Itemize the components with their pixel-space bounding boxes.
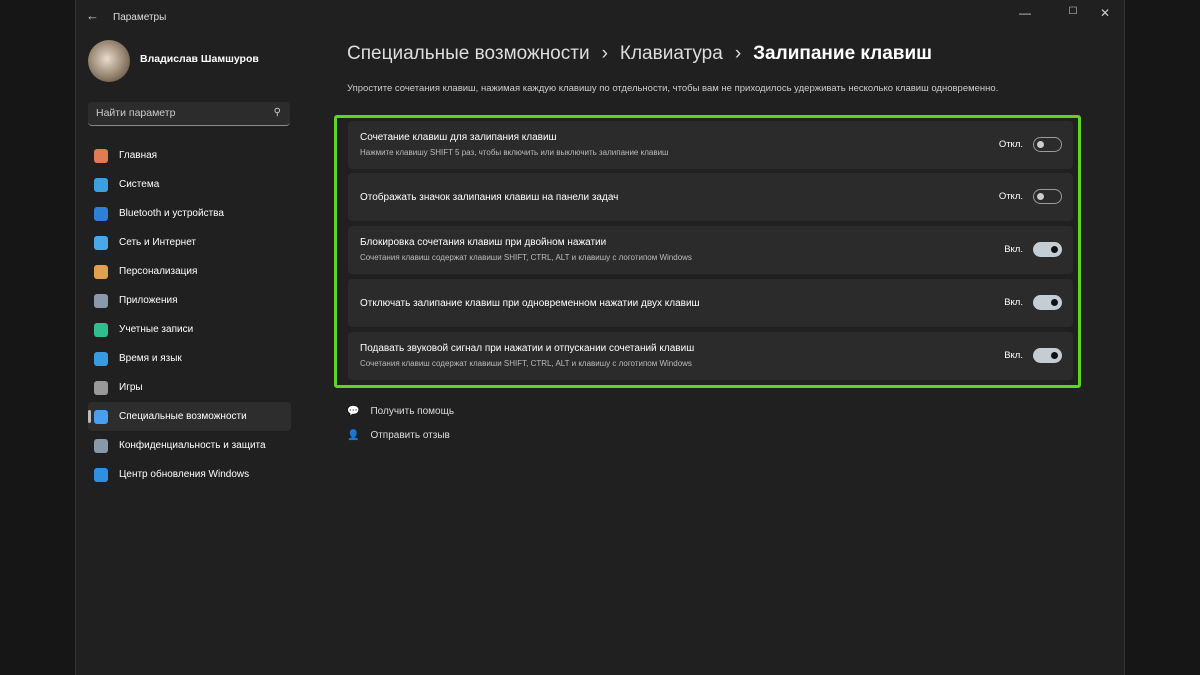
sidebar-item-label: Время и язык <box>119 353 182 364</box>
toggle-knob <box>1051 246 1058 253</box>
sidebar-item[interactable]: Приложения <box>88 286 291 315</box>
sidebar-item-label: Игры <box>119 382 143 393</box>
sidebar-item-label: Главная <box>119 150 158 161</box>
sidebar-item-label: Учетные записи <box>119 324 194 335</box>
nav-icon <box>94 148 108 163</box>
setting-subtitle: Сочетания клавиш содержат клавиши SHIFT,… <box>360 359 692 368</box>
nav-icon <box>94 438 108 453</box>
page-description: Упростите сочетания клавиш, нажимая кажд… <box>347 83 999 94</box>
toggle-switch[interactable] <box>1033 295 1062 310</box>
nav-icon <box>94 409 108 424</box>
sidebar-item[interactable]: Персонализация <box>88 257 291 286</box>
setting-card: Блокировка сочетания клавиш при двойном … <box>348 226 1073 274</box>
toggle-switch[interactable] <box>1033 137 1062 152</box>
help-icon: 💬 <box>347 406 360 417</box>
sidebar-item-label: Система <box>119 179 160 190</box>
nav-icon <box>94 235 108 250</box>
nav-icon <box>94 322 108 337</box>
setting-card: Сочетание клавиш для залипания клавиш Наж… <box>348 121 1073 169</box>
setting-title: Отключать залипание клавиш при одновреме… <box>360 298 700 309</box>
setting-title: Блокировка сочетания клавиш при двойном … <box>360 237 607 248</box>
nav-icon <box>94 467 108 482</box>
sidebar-item[interactable]: Центр обновления Windows <box>88 460 291 489</box>
sidebar-nav: Главная Система Bluetooth и устройства Сеть… <box>88 141 291 489</box>
send-feedback-link[interactable]: 👤 Отправить отзыв <box>347 430 450 441</box>
sidebar-item-label: Сеть и Интернет <box>119 237 197 248</box>
toggle-switch[interactable] <box>1033 242 1062 257</box>
setting-subtitle: Нажмите клавишу SHIFT 5 раз, чтобы включ… <box>360 148 669 157</box>
setting-card: Отображать значок залипания клавиш на па… <box>348 173 1073 221</box>
title-bar: ← Параметры — ☐ ✕ <box>76 0 1124 34</box>
search-input[interactable] <box>96 107 266 119</box>
nav-icon <box>94 380 108 395</box>
toggle-state-label: Откл. <box>998 139 1023 150</box>
toggle-switch[interactable] <box>1033 189 1062 204</box>
feedback-icon: 👤 <box>347 430 360 441</box>
toggle-state-label: Вкл. <box>1004 244 1023 255</box>
setting-title: Сочетание клавиш для залипания клавиш <box>360 132 557 143</box>
send-feedback-label: Отправить отзыв <box>370 430 450 441</box>
sidebar-item[interactable]: Сеть и Интернет <box>88 228 291 257</box>
toggle-knob <box>1037 193 1044 200</box>
nav-icon <box>94 264 108 279</box>
get-help-label: Получить помощь <box>370 406 455 417</box>
window-title: Параметры <box>113 12 167 23</box>
sidebar-item-label: Конфиденциальность и защита <box>119 440 266 451</box>
breadcrumb-item[interactable]: Клавиатура <box>620 43 723 65</box>
close-button[interactable]: ✕ <box>1090 6 1120 20</box>
toggle-state-label: Откл. <box>998 191 1023 202</box>
search-box[interactable]: ⚲ <box>88 102 290 126</box>
sidebar-item-label: Приложения <box>119 295 178 306</box>
back-button[interactable]: ← <box>86 8 99 23</box>
setting-card: Подавать звуковой сигнал при нажатии и о… <box>348 332 1073 380</box>
breadcrumb: Специальные возможности › Клавиатура › З… <box>347 43 932 65</box>
toggle-switch[interactable] <box>1033 348 1062 363</box>
maximize-button[interactable]: ☐ <box>1058 6 1088 17</box>
minimize-button[interactable]: — <box>1010 6 1040 20</box>
nav-icon <box>94 206 108 221</box>
sidebar-item[interactable]: Игры <box>88 373 291 402</box>
toggle-knob <box>1051 352 1058 359</box>
get-help-link[interactable]: 💬 Получить помощь <box>347 406 454 417</box>
nav-icon <box>94 177 108 192</box>
toggle-state-label: Вкл. <box>1004 350 1023 361</box>
setting-subtitle: Сочетания клавиш содержат клавиши SHIFT,… <box>360 253 692 262</box>
page-title: Залипание клавиш <box>753 43 932 64</box>
setting-card: Отключать залипание клавиш при одновреме… <box>348 279 1073 327</box>
sidebar-item[interactable]: Конфиденциальность и защита <box>88 431 291 460</box>
sidebar-item[interactable]: Главная <box>88 141 291 170</box>
setting-title: Подавать звуковой сигнал при нажатии и о… <box>360 343 695 354</box>
breadcrumb-item[interactable]: Специальные возможности <box>347 43 590 65</box>
sidebar-item-label: Bluetooth и устройства <box>119 208 224 219</box>
sidebar-item[interactable]: Специальные возможности <box>88 402 291 431</box>
sidebar-item-label: Центр обновления Windows <box>119 469 250 480</box>
sidebar-item[interactable]: Система <box>88 170 291 199</box>
sidebar-item-label: Персонализация <box>119 266 198 277</box>
nav-icon <box>94 351 108 366</box>
user-name: Владислав Шамшуров <box>140 53 259 65</box>
settings-window: ← Параметры — ☐ ✕ Владислав Шамшуров ⚲ Г… <box>75 0 1125 675</box>
sidebar-item[interactable]: Bluetooth и устройства <box>88 199 291 228</box>
chevron-right-icon: › <box>734 43 742 64</box>
search-icon[interactable]: ⚲ <box>274 107 281 118</box>
toggle-knob <box>1051 299 1058 306</box>
chevron-right-icon: › <box>601 43 608 64</box>
setting-title: Отображать значок залипания клавиш на па… <box>360 192 619 203</box>
toggle-knob <box>1037 141 1044 148</box>
sidebar-item[interactable]: Время и язык <box>88 344 291 373</box>
sidebar-item[interactable]: Учетные записи <box>88 315 291 344</box>
nav-icon <box>94 293 108 308</box>
toggle-state-label: Вкл. <box>1004 297 1023 308</box>
sidebar-item-label: Специальные возможности <box>119 411 247 422</box>
avatar[interactable] <box>88 40 130 82</box>
